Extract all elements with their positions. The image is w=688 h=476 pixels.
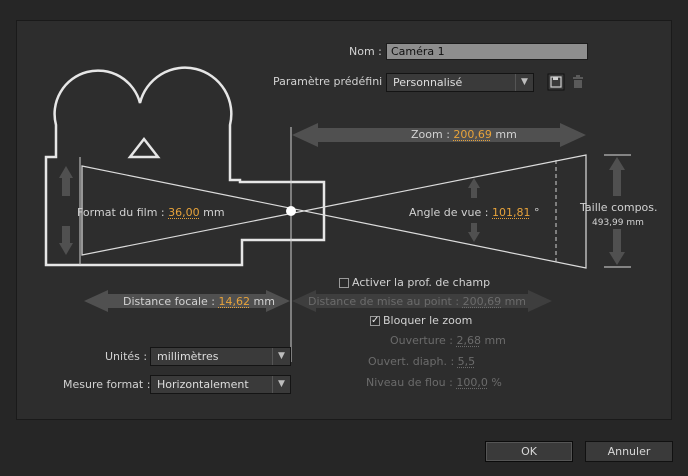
ok-button[interactable]: OK <box>485 441 573 462</box>
focus-distance-unit: mm <box>504 295 527 308</box>
lens-point <box>286 206 296 216</box>
zoom-value[interactable]: 200,69 <box>453 128 492 141</box>
lock-zoom-label: Bloquer le zoom <box>383 314 473 327</box>
focal-distance: Distance focale : 14,62 mm <box>123 295 275 309</box>
focal-distance-value[interactable]: 14,62 <box>219 295 251 308</box>
aperture-unit: mm <box>484 334 506 347</box>
chevron-down-icon: ▼ <box>272 376 290 393</box>
film-measure-label: Mesure format : <box>63 378 151 391</box>
name-label: Nom : <box>349 45 382 58</box>
preset-value: Personnalisé <box>393 76 463 89</box>
blur-value: 100,0 <box>456 376 488 389</box>
blur-label: Niveau de flou : <box>366 376 453 389</box>
film-measure-select[interactable]: Horizontalement ▼ <box>150 375 291 394</box>
units-select[interactable]: millimètres ▼ <box>150 347 291 366</box>
preset-select[interactable]: Personnalisé ▼ <box>386 73 534 92</box>
film-format-value[interactable]: 36,00 <box>168 206 200 219</box>
cancel-button[interactable]: Annuler <box>585 441 673 462</box>
camera-outline <box>44 66 326 267</box>
focus-distance-label: Distance de mise au point : <box>308 295 460 308</box>
depth-of-field-label: Activer la prof. de champ <box>352 276 491 289</box>
focal-distance-unit: mm <box>253 295 275 308</box>
comp-size-label: Taille compos. <box>580 201 658 215</box>
view-angle-unit: ° <box>534 206 540 219</box>
view-angle-value[interactable]: 101,81 <box>492 206 531 219</box>
film-format: Format du film : 36,00 mm <box>77 206 225 220</box>
view-angle-arrow <box>468 178 480 198</box>
comp-size-label-2: compos. <box>611 201 658 214</box>
aperture-label: Ouverture : <box>390 334 453 347</box>
preset-label: Paramètre prédéfini : <box>273 75 390 88</box>
focal-distance-label: Distance focale : <box>123 295 216 308</box>
trash-icon <box>573 75 583 88</box>
view-angle-label: Angle de vue : <box>409 206 489 219</box>
camera-diagram <box>44 66 631 362</box>
focus-distance: Distance de mise au point : 200,69 mm <box>308 295 526 309</box>
lock-zoom-checkbox[interactable]: ✓ <box>370 316 380 326</box>
film-format-arrow <box>59 166 73 196</box>
units-value: millimètres <box>157 350 219 363</box>
film-measure-value: Horizontalement <box>157 378 249 391</box>
comp-size-label-1: Taille <box>580 201 608 214</box>
zoom-label: Zoom : 200,69 mm <box>411 128 517 142</box>
delete-preset-button[interactable] <box>569 73 587 91</box>
chevron-down-icon: ▼ <box>272 348 290 365</box>
checkmark-icon: ✓ <box>371 315 380 326</box>
blur: Niveau de flou : 100,0 % <box>366 376 502 390</box>
aperture: Ouverture : 2,68 mm <box>390 334 506 348</box>
focus-distance-value: 200,69 <box>462 295 502 308</box>
film-format-unit: mm <box>203 206 225 219</box>
save-preset-icon <box>547 73 565 91</box>
name-input[interactable]: Caméra 1 <box>386 43 588 60</box>
depth-of-field-checkbox[interactable] <box>339 278 349 288</box>
film-format-label: Format du film : <box>77 206 165 219</box>
units-label: Unités : <box>105 350 148 363</box>
comp-size-value: 493,99 mm <box>592 218 644 228</box>
save-preset-button[interactable] <box>547 73 565 91</box>
fstop: Ouvert. diaph. : 5,5 <box>368 355 475 369</box>
chevron-down-icon: ▼ <box>515 74 533 91</box>
view-angle: Angle de vue : 101,81 ° <box>409 206 540 220</box>
fstop-label: Ouvert. diaph. : <box>368 355 455 368</box>
zoom-unit: mm <box>495 128 517 141</box>
fstop-value: 5,5 <box>457 355 476 368</box>
blur-unit: % <box>491 376 502 389</box>
zoom-label-text: Zoom : <box>411 128 450 141</box>
aperture-value: 2,68 <box>456 334 481 347</box>
